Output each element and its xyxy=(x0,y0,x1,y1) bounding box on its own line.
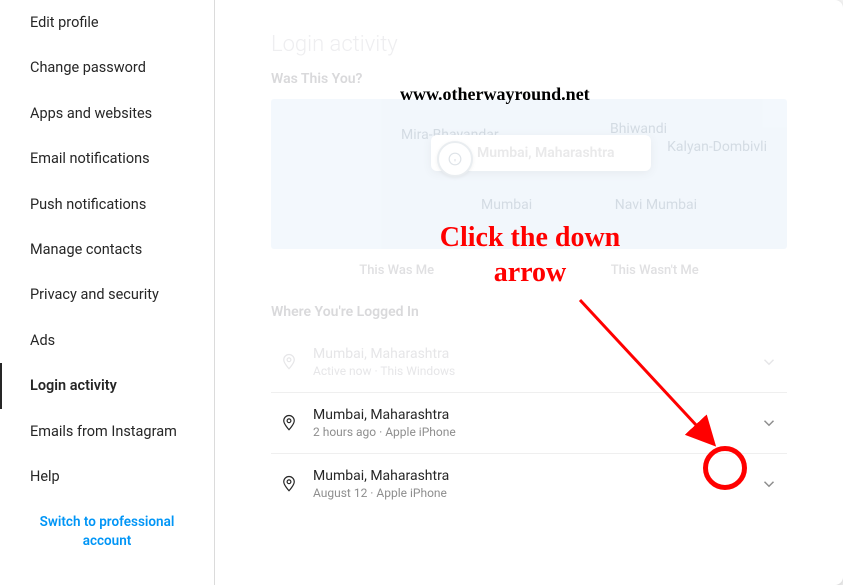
login-map: Mira-Bhayandar Bhiwandi Kalyan-Dombivli … xyxy=(271,99,787,249)
session-location: Mumbai, Maharashtra xyxy=(313,407,755,423)
session-meta: 2 hours ago · Apple iPhone xyxy=(313,425,755,439)
login-session-row[interactable]: Mumbai, Maharashtra Active now · This Wi… xyxy=(271,332,787,393)
login-sessions-list: Mumbai, Maharashtra Active now · This Wi… xyxy=(271,332,787,514)
sidebar-item-push-notifications[interactable]: Push notifications xyxy=(0,182,214,227)
map-label: Kalyan-Dombivli xyxy=(667,139,767,155)
this-was-me-button[interactable]: This Was Me xyxy=(359,263,434,278)
sidebar-item-emails-instagram[interactable]: Emails from Instagram xyxy=(0,409,214,454)
map-label: Navi Mumbai xyxy=(615,197,697,213)
sidebar-item-privacy-security[interactable]: Privacy and security xyxy=(0,272,214,317)
chevron-down-icon xyxy=(760,414,778,432)
sidebar-item-edit-profile[interactable]: Edit profile xyxy=(0,0,214,45)
login-session-row[interactable]: Mumbai, Maharashtra August 12 · Apple iP… xyxy=(271,454,787,514)
sidebar-item-ads[interactable]: Ads xyxy=(0,318,214,363)
where-logged-in-heading: Where You're Logged In xyxy=(271,304,787,320)
expand-session-button[interactable] xyxy=(755,414,783,432)
this-wasnt-me-button[interactable]: This Wasn't Me xyxy=(611,263,699,278)
location-pin-icon xyxy=(275,473,303,495)
confirm-row: This Was Me This Wasn't Me xyxy=(271,263,787,278)
expand-session-button[interactable] xyxy=(755,475,783,493)
sidebar-item-help[interactable]: Help xyxy=(0,454,214,499)
map-tooltip: Mumbai, Maharashtra xyxy=(431,135,651,171)
settings-sidebar: Edit profile Change password Apps and we… xyxy=(0,0,215,585)
session-location: Mumbai, Maharashtra xyxy=(313,468,755,484)
sidebar-item-manage-contacts[interactable]: Manage contacts xyxy=(0,227,214,272)
chevron-down-icon xyxy=(760,475,778,493)
switch-professional-link[interactable]: Switch to professional account xyxy=(0,499,214,565)
login-session-row[interactable]: Mumbai, Maharashtra 2 hours ago · Apple … xyxy=(271,393,787,454)
sidebar-item-change-password[interactable]: Change password xyxy=(0,45,214,90)
sidebar-item-apps-websites[interactable]: Apps and websites xyxy=(0,91,214,136)
location-pin-icon xyxy=(275,412,303,434)
was-this-you-heading: Was This You? xyxy=(271,71,787,87)
session-location: Mumbai, Maharashtra xyxy=(313,346,755,362)
sidebar-item-login-activity[interactable]: Login activity xyxy=(0,363,214,408)
chevron-down-icon xyxy=(760,353,778,371)
map-label: Mumbai xyxy=(481,197,532,213)
tooltip-location: Mumbai, Maharashtra xyxy=(477,145,635,161)
expand-session-button[interactable] xyxy=(755,353,783,371)
sidebar-item-email-notifications[interactable]: Email notifications xyxy=(0,136,214,181)
page-title: Login activity xyxy=(271,32,787,57)
info-icon xyxy=(437,141,473,177)
session-meta: August 12 · Apple iPhone xyxy=(313,486,755,500)
session-meta: Active now · This Windows xyxy=(313,364,755,378)
location-pin-icon xyxy=(275,351,303,373)
main-content: Login activity Was This You? Mira-Bhayan… xyxy=(215,0,843,585)
